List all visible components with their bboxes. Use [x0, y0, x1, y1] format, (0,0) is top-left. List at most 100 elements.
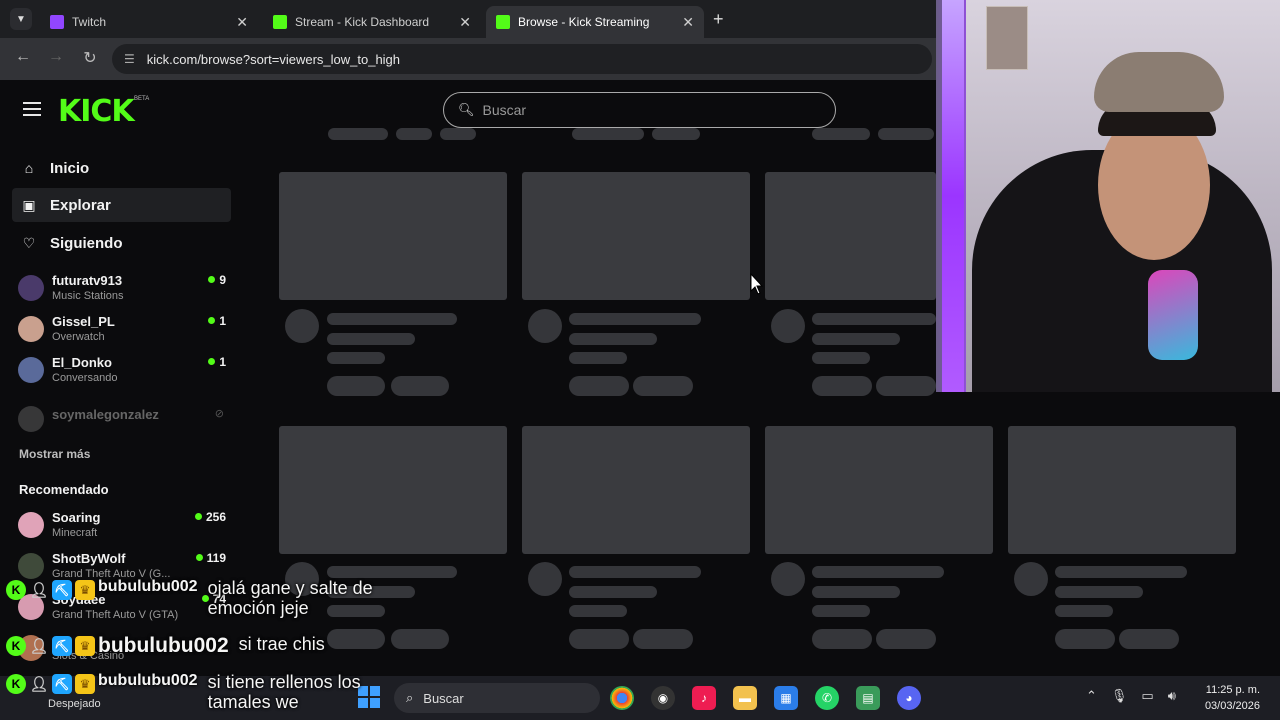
close-icon[interactable]: ✕ — [459, 14, 471, 31]
tiktok-icon[interactable]: ♪ — [692, 686, 716, 710]
url-field[interactable]: ☰ kick.com/browse?sort=viewers_low_to_hi… — [112, 44, 932, 74]
skeleton-line — [327, 313, 457, 325]
taskbar-clock[interactable]: 11:25 p. m. 03/03/2026 — [1196, 682, 1260, 714]
skeleton-line — [812, 333, 900, 345]
channel-name: El_Donko — [52, 355, 112, 370]
site-info-icon[interactable]: ☰ — [124, 52, 135, 66]
tab-twitch[interactable]: Twitch ✕ — [40, 6, 258, 38]
following-channel[interactable]: soymalegonzalez ⊘ — [18, 404, 228, 438]
channel-category: Conversando — [52, 372, 118, 384]
back-arrow-icon[interactable]: ← — [12, 48, 34, 70]
chat-message: K 👤︎ ⛏ ♛ bubulubu002 si tiene rellenos l… — [6, 672, 408, 712]
chrome-icon[interactable] — [610, 686, 634, 710]
avatar-placeholder — [528, 309, 562, 343]
sidebar: ⌂ Inicio ▣ Explorar ♡ Siguiendo futuratv… — [0, 140, 240, 720]
avatar — [18, 357, 44, 383]
whatsapp-icon[interactable]: ✆ — [815, 686, 839, 710]
crown-badge-icon: ♛ — [75, 636, 95, 656]
kick-badge-icon: K — [6, 636, 26, 656]
skeleton-line — [327, 352, 385, 364]
thumbnail-placeholder — [279, 426, 507, 554]
following-channel[interactable]: futuratv913 Music Stations 9 — [18, 273, 228, 307]
network-icon[interactable]: ▭ — [1141, 688, 1153, 704]
obs-icon[interactable]: ◉ — [651, 686, 675, 710]
hamburger-menu-icon[interactable] — [23, 102, 41, 116]
skeleton-line — [569, 333, 657, 345]
following-channel[interactable]: Gissel_PL Overwatch 1 — [18, 314, 228, 348]
volume-icon[interactable]: 🔊︎ — [1168, 688, 1176, 704]
skeleton-pill — [569, 629, 629, 649]
skeleton-line — [1055, 605, 1113, 617]
mouse-cursor-icon — [750, 273, 764, 295]
app-icon[interactable]: ▤ — [856, 686, 880, 710]
sidebar-item-siguiendo[interactable]: ♡ Siguiendo — [12, 226, 231, 260]
microphone-icon[interactable]: 🎙︎ — [1111, 688, 1128, 704]
skeleton-pill — [572, 128, 644, 140]
chat-badges: K 👤︎ ⛏ ♛ — [6, 580, 98, 600]
skeleton-line — [569, 586, 657, 598]
search-placeholder: Buscar — [482, 102, 527, 118]
kick-favicon-icon — [273, 15, 287, 29]
tab-kick-browse[interactable]: Browse - Kick Streaming ✕ — [486, 6, 704, 38]
reload-icon[interactable]: ↻ — [79, 48, 101, 70]
thumbnail-placeholder — [1008, 426, 1236, 554]
channel-category: Music Stations — [52, 290, 124, 302]
tab-label: Stream - Kick Dashboard — [295, 15, 430, 29]
skeleton-line — [569, 313, 701, 325]
following-channel[interactable]: El_Donko Conversando 1 — [18, 355, 228, 389]
skeleton-pill — [812, 629, 872, 649]
forward-arrow-icon[interactable]: → — [45, 48, 67, 70]
chat-badges: K 👤︎ ⛏ ♛ — [6, 674, 98, 694]
skeleton-line — [1055, 586, 1143, 598]
store-icon[interactable]: ▦ — [774, 686, 798, 710]
skeleton-pill — [327, 629, 385, 649]
heart-icon: ♡ — [22, 234, 36, 251]
channel-name: soymalegonzalez — [52, 407, 159, 422]
chevron-up-icon[interactable]: ⌃ — [1086, 688, 1097, 704]
show-more-link[interactable]: Mostrar más — [19, 447, 90, 461]
compass-icon: ▣ — [22, 196, 36, 213]
tab-label: Twitch — [72, 15, 107, 29]
avatar — [18, 316, 44, 342]
skeleton-pill — [440, 128, 476, 140]
avatar-placeholder — [1014, 562, 1048, 596]
channel-name: ShotByWolf — [52, 551, 126, 566]
skeleton-line — [812, 566, 944, 578]
skeleton-pill — [633, 629, 693, 649]
tab-search-chevron-icon[interactable]: ▼ — [10, 8, 32, 30]
offline-icon: ⊘ — [214, 408, 224, 420]
user-icon: 👤︎ — [29, 676, 49, 693]
sidebar-item-inicio[interactable]: ⌂ Inicio — [12, 151, 231, 185]
new-tab-plus-icon[interactable]: + — [713, 9, 724, 30]
pickaxe-badge-icon: ⛏ — [52, 636, 72, 656]
chat-message: K 👤︎ ⛏ ♛ bubulubu002 ojalá gane y salte … — [6, 578, 418, 618]
kick-logo[interactable]: KICK — [58, 94, 135, 129]
viewer-count: 9 — [208, 273, 226, 287]
pickaxe-badge-icon: ⛏ — [52, 674, 72, 694]
discord-icon[interactable]: ◕ — [897, 686, 921, 710]
search-input[interactable]: 🔍︎ Buscar — [443, 92, 836, 128]
avatar-placeholder — [771, 562, 805, 596]
avatar — [18, 512, 44, 538]
sidebar-item-label: Explorar — [50, 196, 111, 214]
viewer-count: 1 — [208, 355, 226, 369]
user-icon: 👤︎ — [29, 638, 49, 655]
taskbar-search-input[interactable]: ⌕ Buscar — [394, 683, 600, 713]
skeleton-pill — [812, 376, 872, 396]
close-icon[interactable]: ✕ — [682, 14, 694, 31]
recommended-channel[interactable]: Soaring Minecraft 256 — [18, 510, 228, 544]
close-icon[interactable]: ✕ — [236, 14, 248, 31]
system-tray: ⌃ 🎙︎ ▭ 🔊︎ — [1086, 688, 1176, 704]
streamer-cap — [1094, 52, 1224, 112]
skeleton-pill — [391, 376, 449, 396]
skeleton-pill — [633, 376, 693, 396]
skeleton-pill — [328, 128, 388, 140]
avatar-placeholder — [285, 309, 319, 343]
skeleton-line — [1055, 566, 1187, 578]
avatar — [18, 406, 44, 432]
sidebar-item-explorar[interactable]: ▣ Explorar — [12, 188, 231, 222]
skeleton-pill — [569, 376, 629, 396]
skeleton-line — [569, 605, 627, 617]
tab-kick-dashboard[interactable]: Stream - Kick Dashboard ✕ — [263, 6, 481, 38]
file-explorer-icon[interactable]: ▬ — [733, 686, 757, 710]
